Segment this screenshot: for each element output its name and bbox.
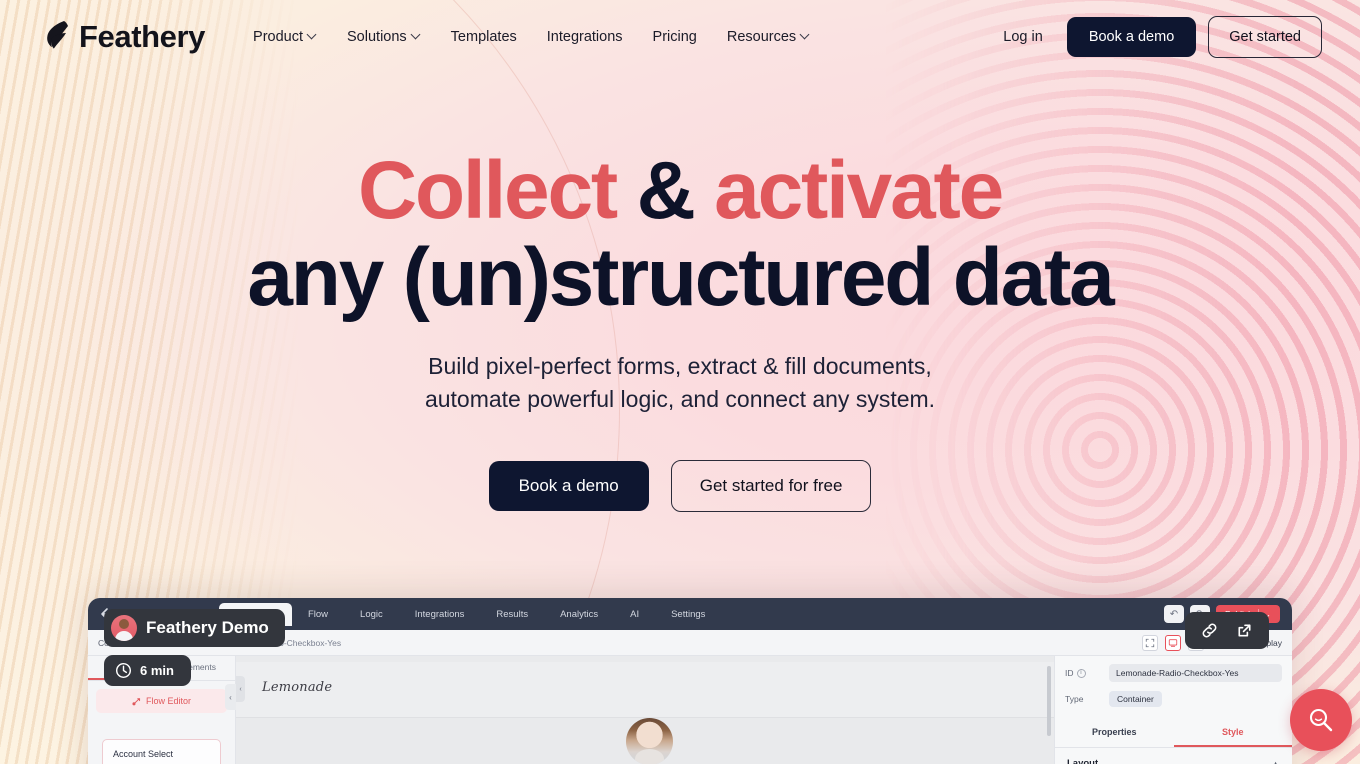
hero-cta-row: Book a demo Get started for free — [0, 459, 1360, 512]
headline-word-activate: activate — [714, 145, 1004, 236]
flow-editor-button-label: Flow Editor — [145, 696, 191, 706]
hero-subheading-line-2: automate powerful logic, and connect any… — [424, 386, 936, 412]
property-label-type: Type — [1065, 694, 1084, 704]
form-logo-text: Lemonade — [262, 680, 333, 695]
fullscreen-icon[interactable] — [1141, 634, 1158, 651]
nav-item-templates-label: Templates — [450, 29, 517, 45]
top-navigation: Feathery Product Solutions Templates Int… — [0, 0, 1360, 74]
brand-name: Feathery — [79, 19, 206, 54]
property-row-id: ID i Lemonade-Radio-Checkbox-Yes — [1065, 664, 1282, 682]
property-row-type: Type Container — [1065, 691, 1282, 707]
nav-item-resources[interactable]: Resources — [727, 29, 810, 45]
headline-word-collect: Collect — [357, 145, 618, 236]
nav-item-integrations-label: Integrations — [546, 29, 623, 45]
presenter-avatar — [111, 615, 137, 641]
nav-links: Product Solutions Templates Integrations… — [253, 29, 810, 45]
chevron-down-icon — [308, 31, 317, 40]
property-label-id: ID i — [1065, 668, 1109, 678]
tab-logic[interactable]: Logic — [344, 603, 399, 626]
feather-logo-icon — [47, 21, 68, 49]
app-body: Flow Elements Flow Editor Account Select… — [88, 656, 1292, 764]
nav-item-pricing-label: Pricing — [652, 29, 697, 45]
link-icon[interactable] — [1200, 621, 1219, 640]
clock-icon — [115, 662, 132, 679]
brand-logo[interactable]: Feathery — [44, 19, 205, 55]
property-value-id[interactable]: Lemonade-Radio-Checkbox-Yes — [1109, 664, 1282, 682]
nav-item-resources-label: Resources — [726, 29, 797, 45]
demo-title-label: Feathery Demo — [146, 618, 269, 637]
chevron-down-icon — [801, 31, 810, 40]
hero-subheading-line-1: Build pixel-perfect forms, extract & fil… — [428, 353, 932, 380]
nav-item-integrations[interactable]: Integrations — [547, 29, 623, 45]
chevron-down-icon — [412, 31, 421, 40]
tab-results[interactable]: Results — [480, 603, 544, 626]
search-icon — [1309, 708, 1333, 732]
right-panel-tabs: Properties Style — [1055, 719, 1292, 748]
info-icon[interactable]: i — [1076, 668, 1086, 678]
demo-title-badge: Feathery Demo — [104, 609, 285, 647]
property-label-id-text: ID — [1065, 668, 1074, 678]
demo-duration-label: 6 min — [140, 663, 174, 678]
nav-actions: Log in Book a demo Get started — [1003, 16, 1322, 58]
nav-item-solutions[interactable]: Solutions — [347, 29, 421, 45]
demo-tool-tooltip — [1185, 612, 1269, 649]
right-panel: ID i Lemonade-Radio-Checkbox-Yes Type Co… — [1054, 656, 1292, 764]
nav-item-templates[interactable]: Templates — [451, 29, 517, 45]
tab-flow[interactable]: Flow — [292, 603, 344, 626]
canvas-scrollbar[interactable] — [1047, 666, 1051, 736]
page-root: Feathery Product Solutions Templates Int… — [0, 0, 1360, 764]
nav-item-pricing[interactable]: Pricing — [653, 29, 697, 45]
nav-book-demo-button[interactable]: Book a demo — [1066, 17, 1197, 57]
nav-item-product[interactable]: Product — [253, 29, 317, 45]
nav-item-product-label: Product — [253, 29, 304, 45]
undo-icon[interactable]: ↶ — [1163, 605, 1184, 623]
tab-settings[interactable]: Settings — [655, 603, 721, 626]
form-canvas[interactable]: Lemonade ‹ — [236, 656, 1054, 764]
tab-properties[interactable]: Properties — [1055, 719, 1174, 747]
flow-editor-button[interactable]: Flow Editor — [96, 689, 227, 713]
demo-duration-badge: 6 min — [104, 655, 191, 686]
hero-subheading: Build pixel-perfect forms, extract & fil… — [0, 350, 1360, 415]
flow-node-account-select[interactable]: Account Select — [102, 739, 221, 764]
nav-item-solutions-label: Solutions — [347, 29, 407, 45]
search-fab-button[interactable] — [1290, 689, 1352, 751]
nav-get-started-button[interactable]: Get started — [1208, 16, 1322, 58]
tab-analytics[interactable]: Analytics — [544, 603, 614, 626]
hero-get-started-button[interactable]: Get started for free — [670, 459, 872, 512]
flow-editor-icon — [132, 697, 141, 705]
collapse-left-icon[interactable]: ‹ — [225, 684, 236, 710]
tab-style[interactable]: Style — [1173, 719, 1292, 747]
open-external-icon[interactable] — [1235, 621, 1254, 640]
hero-book-demo-button[interactable]: Book a demo — [488, 460, 649, 511]
headline-ampersand: & — [615, 145, 715, 236]
page-title: Collect & activate any (un)structured da… — [0, 150, 1360, 324]
property-value-type: Container — [1109, 691, 1162, 707]
form-hero-avatar — [626, 718, 673, 764]
app-tab-bar: Designer Flow Logic Integrations Results… — [219, 602, 721, 626]
chevron-up-icon: ▲ — [1271, 758, 1280, 764]
section-layout-label: Layout — [1067, 758, 1099, 764]
headline-line-2: any (un)structured data — [247, 232, 1114, 324]
section-layout[interactable]: Layout ▲ — [1055, 748, 1292, 764]
desktop-icon[interactable] — [1164, 634, 1181, 651]
hero-section: Collect & activate any (un)structured da… — [0, 150, 1360, 512]
tab-ai[interactable]: AI — [614, 603, 655, 626]
canvas-collapse-handle[interactable]: ‹ — [236, 676, 245, 702]
form-header-band — [236, 662, 1054, 718]
login-link[interactable]: Log in — [1003, 29, 1043, 45]
tab-integrations[interactable]: Integrations — [399, 603, 481, 626]
